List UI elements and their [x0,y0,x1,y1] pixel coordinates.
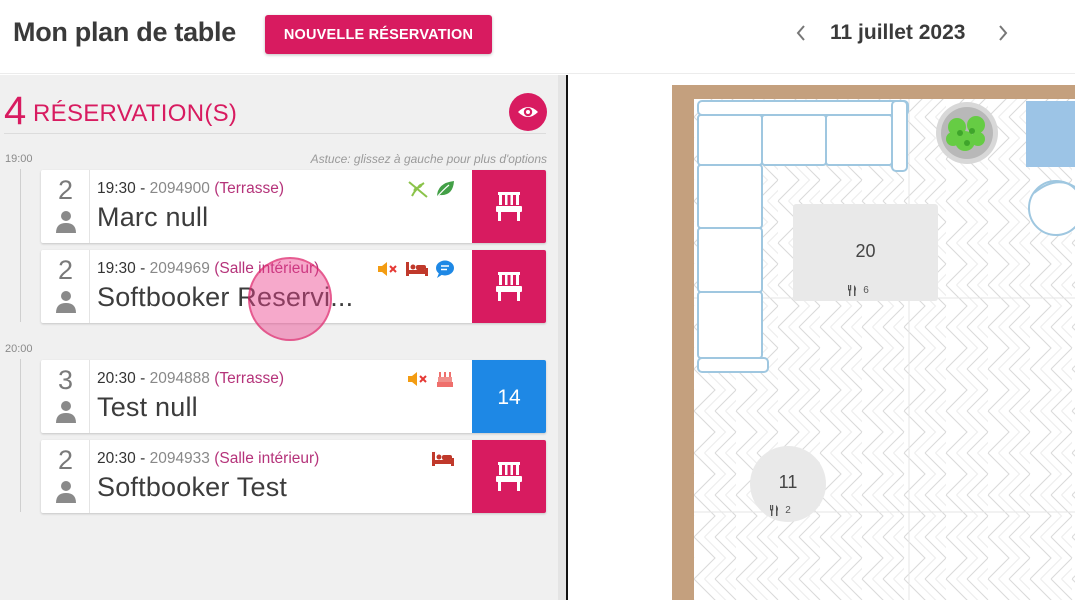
person-icon [56,481,76,503]
mute-icon [378,262,397,276]
reservation-time: 19:30 [97,180,136,197]
eye-icon [518,107,538,117]
reservation-time: 20:30 [97,370,136,387]
next-day-button[interactable] [992,20,1014,46]
swipe-tip: Astuce: glissez à gauche pour plus d'opt… [310,152,547,166]
person-icon [56,291,76,313]
guest-count: 3 [57,365,74,395]
page-title: Mon plan de table [13,17,236,47]
timeline-line [20,169,21,322]
chair-icon [496,272,522,301]
reservation-room: (Terrasse) [214,370,284,387]
reservation-id: 2094969 [149,260,210,277]
reservation-meta: 20:30 - 2094888 (Terrasse) [97,370,284,388]
round-chair [1028,180,1075,236]
cutlery-icon [848,285,856,296]
cake-icon [437,372,453,387]
guest-count-box: 3 [41,360,90,433]
reservation-count-label: RÉSERVATION(S) [33,100,238,127]
meta-separator: - [135,370,150,387]
blue-furniture [1026,101,1075,167]
reservation-room: (Salle intérieur) [214,450,320,467]
floor-table-capacity: 2 [768,505,808,516]
time-group-label: 19:00 [5,153,33,165]
capacity-value: 6 [863,285,869,296]
reservation-id: 2094933 [149,450,210,467]
mute-icon [408,372,427,386]
guest-count: 2 [57,255,74,285]
guest-count-box: 2 [41,170,90,243]
reservation-card[interactable]: 2 20:30 - 2094933 (Salle intérieur) Soft… [41,440,546,513]
assign-table-button[interactable] [472,250,546,323]
chevron-right-icon [999,25,1008,41]
reservation-meta: 19:30 - 2094900 (Terrasse) [97,180,284,198]
assigned-table-number: 14 [497,386,521,409]
leaf-icon [436,181,454,198]
floor-table-number[interactable]: 20 [833,241,898,262]
app-root: Mon plan de table NOUVELLE RÉSERVATION 1… [0,0,1075,600]
reservation-name: Test null [97,392,198,422]
assigned-table-button[interactable]: 14 [472,360,546,433]
assign-table-button[interactable] [472,440,546,513]
chair-icon [496,192,522,221]
guest-count-box: 2 [41,250,90,323]
cutlery-icon [770,505,778,516]
meta-separator: - [135,450,150,467]
reservation-id: 2094900 [149,180,210,197]
floor-plan[interactable]: 20 6 11 2 [568,75,1075,600]
bed-icon [432,452,454,466]
reservation-time: 20:30 [97,450,136,467]
reservation-badges [430,449,456,469]
chevron-left-icon [796,25,805,41]
guest-count-box: 2 [41,440,90,513]
person-icon [56,211,76,233]
bed-icon [406,262,428,276]
no-gluten-icon [408,181,428,198]
assign-table-button[interactable] [472,170,546,243]
floor-plan-canvas [672,85,1075,600]
guest-count: 2 [57,445,74,475]
person-icon [56,401,76,423]
reservation-name: Softbooker Test [97,472,288,502]
top-header: Mon plan de table NOUVELLE RÉSERVATION 1… [0,0,1075,74]
reservation-count: 4 [4,89,27,133]
comment-icon [436,260,454,278]
capacity-value: 2 [785,505,791,516]
reservation-meta: 20:30 - 2094933 (Salle intérieur) [97,450,319,468]
timeline-line [20,359,21,512]
time-group-label: 20:00 [5,343,33,355]
meta-separator: - [135,260,150,277]
new-reservation-button[interactable]: NOUVELLE RÉSERVATION [265,15,492,54]
floor-table-number[interactable]: 11 [756,472,820,493]
reservation-time: 19:30 [97,260,136,277]
floor-table-capacity: 6 [846,285,886,296]
reservation-badges [376,259,456,279]
reservation-room: (Terrasse) [214,180,284,197]
panel-scroll-edge [558,75,566,600]
reservation-id: 2094888 [149,370,210,387]
reservation-card[interactable]: 2 19:30 - 2094900 (Terrasse) Marc null [41,170,546,243]
touch-indicator [248,257,332,341]
guest-count: 2 [57,175,74,205]
previous-day-button[interactable] [790,20,812,46]
toggle-visibility-button[interactable] [509,93,547,131]
reservation-badges [406,369,456,389]
reservation-card[interactable]: 3 20:30 - 2094888 (Terrasse) Test null 1… [41,360,546,433]
meta-separator: - [135,180,150,197]
current-date: 11 juillet 2023 [830,21,966,44]
reservation-name: Marc null [97,202,209,232]
panel-divider [4,133,546,134]
reservation-badges [406,179,456,199]
chair-icon [496,462,522,491]
